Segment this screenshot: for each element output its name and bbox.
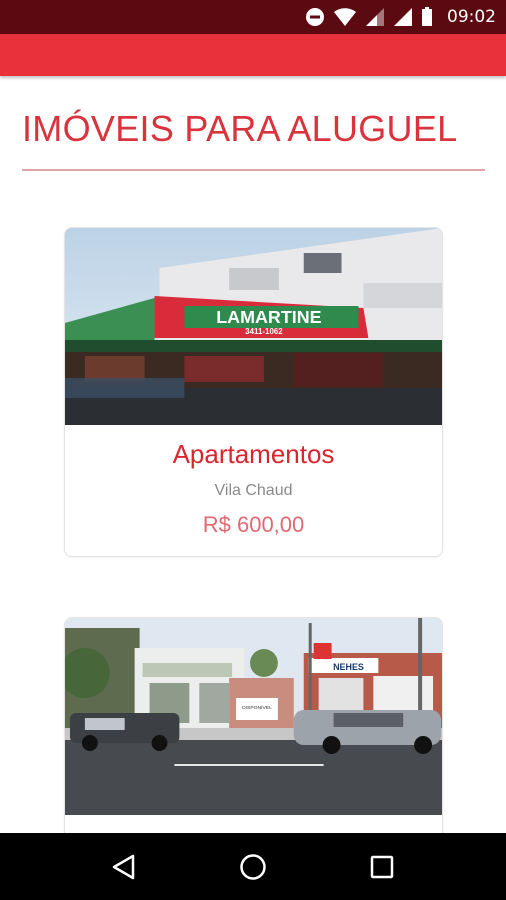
storefront-sign-text: LAMARTINE — [216, 307, 321, 327]
battery-icon — [422, 7, 432, 26]
listing-card[interactable]: LAMARTINE 3411-1062 Apartamentos Vila Ch… — [64, 227, 443, 557]
signal-icon — [394, 8, 412, 26]
shop-sign-text: NEHES — [333, 662, 364, 672]
listing-location: Vila Chaud — [214, 482, 293, 499]
wifi-icon — [334, 8, 356, 26]
app-bar — [0, 34, 506, 76]
storefront-phone-text: 3411-1062 — [245, 327, 283, 336]
navigation-bar — [0, 833, 506, 900]
listing-photo: LAMARTINE 3411-1062 — [65, 228, 442, 425]
listing-photo: DISPONÍVEL NEHES — [65, 618, 442, 815]
page-title: IMÓVEIS PARA ALUGUEL — [22, 108, 458, 149]
back-button[interactable] — [104, 847, 144, 887]
signal-icon — [366, 8, 384, 26]
recents-button[interactable] — [362, 847, 402, 887]
do-not-disturb-icon — [306, 8, 324, 26]
rent-sign-text: DISPONÍVEL — [242, 704, 272, 711]
home-icon — [240, 853, 266, 880]
status-bar: 09:02 — [0, 0, 506, 34]
status-time: 09:02 — [447, 7, 496, 27]
title-divider — [22, 169, 485, 171]
listing-type: Apartamentos — [172, 439, 335, 469]
home-button[interactable] — [233, 847, 273, 887]
listing-card-body: Apartamentos Vila Chaud R$ 600,00 — [65, 425, 442, 538]
recents-icon — [370, 855, 393, 878]
listing-price: R$ 600,00 — [202, 512, 305, 537]
status-icons: 09:02 — [305, 7, 496, 27]
back-icon — [113, 854, 135, 879]
